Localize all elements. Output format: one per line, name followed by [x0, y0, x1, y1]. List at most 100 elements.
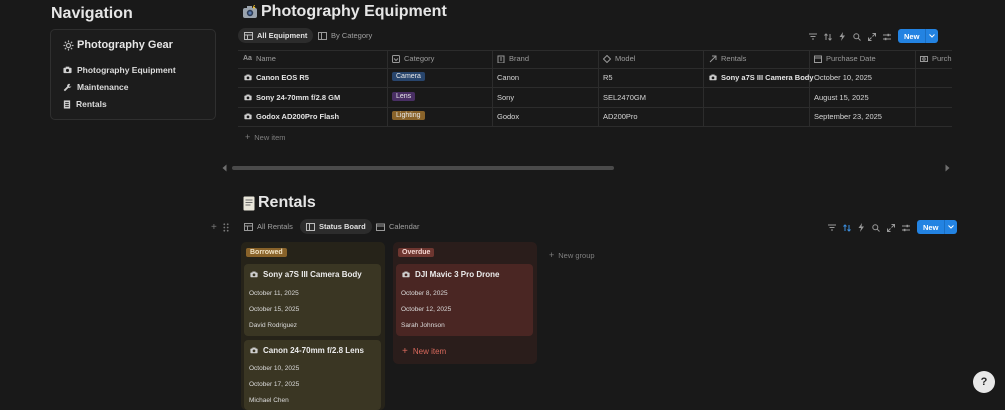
tab-label: Status Board [319, 222, 366, 231]
equipment-title: Photography Equipment [242, 3, 447, 21]
new-item-label: New item [412, 347, 447, 356]
group-tag-borrowed[interactable]: Borrowed [246, 248, 287, 257]
row-name-text: Godox AD200Pro Flash [256, 112, 340, 121]
card-person: David Rodriguez [249, 322, 298, 329]
table-cell-brand[interactable]: Sony [497, 93, 514, 102]
card-title[interactable]: Canon 24-70mm f/2.8 Lens [250, 346, 364, 355]
table-row-border [238, 126, 952, 127]
table-header-border [238, 68, 952, 69]
table-row-name[interactable]: Canon EOS R5 [244, 73, 309, 82]
nav-item-label: Rentals [76, 99, 107, 109]
tab-by-category[interactable]: By Category [312, 28, 378, 43]
table-cell-brand[interactable]: Canon [497, 73, 519, 82]
column-divider [598, 50, 599, 127]
column-header-name[interactable]: Aa Name [243, 54, 276, 63]
card-person: Michael Chen [249, 397, 289, 404]
filter-icon[interactable] [826, 222, 837, 233]
category-tag: Lens [392, 92, 416, 101]
column-header-brand[interactable]: Brand [497, 54, 529, 63]
tab-label: All Rentals [257, 222, 293, 231]
table-cell-model[interactable]: AD200Pro [603, 112, 638, 121]
tab-all-equipment[interactable]: All Equipment [238, 28, 314, 43]
horizontal-scrollbar-thumb[interactable] [232, 166, 614, 170]
column-header-label: Name [255, 54, 276, 63]
camera-icon [402, 271, 410, 278]
column-header-label: Purchase Date [826, 54, 876, 63]
expand-icon[interactable] [866, 31, 877, 42]
sort-icon[interactable] [841, 222, 852, 233]
drag-handle-icon[interactable] [223, 223, 229, 232]
column-header-purchase-date[interactable]: Purchase Date [814, 54, 876, 63]
add-block-plus-icon[interactable]: + [211, 222, 217, 233]
group-tag-overdue[interactable]: Overdue [398, 248, 435, 257]
board-icon [318, 31, 327, 40]
gear-icon [63, 39, 74, 51]
nav-item-photography-equipment[interactable]: Photography Equipment [63, 65, 176, 75]
table-row-name[interactable]: Godox AD200Pro Flash [244, 112, 339, 121]
table-cell-purchase-date[interactable]: October 10, 2025 [814, 73, 872, 82]
camera-icon [244, 74, 252, 81]
table-cell-model[interactable]: R5 [603, 73, 613, 82]
table-cell-purchase-date[interactable]: September 23, 2025 [814, 112, 882, 121]
chevron-down-icon[interactable] [944, 220, 957, 234]
column-header-category[interactable]: Category [392, 54, 434, 63]
column-divider [703, 50, 704, 127]
column-header-rentals[interactable]: Rentals [709, 54, 746, 63]
help-button[interactable]: ? [973, 371, 995, 393]
card-title[interactable]: Sony a7S III Camera Body [250, 270, 362, 279]
tab-status-board[interactable]: Status Board [300, 219, 372, 234]
receipt-icon [63, 99, 71, 109]
table-cell-category[interactable]: Lighting [392, 111, 425, 120]
table-header-top-border [238, 50, 952, 51]
tab-all-rentals[interactable]: All Rentals [238, 219, 299, 234]
rental-link-text: Sony a7S III Camera Body [721, 73, 814, 82]
column-header-purchase-price[interactable]: Purcha [920, 54, 952, 63]
table-cell-category[interactable]: Camera [392, 72, 425, 81]
column-header-label: Rentals [721, 54, 747, 63]
camera-icon [250, 271, 258, 278]
equipment-new-button[interactable]: New [898, 29, 939, 43]
new-item-row[interactable]: + New item [245, 132, 286, 142]
nav-item-rentals[interactable]: Rentals [63, 99, 107, 109]
new-item-label: New item [254, 132, 286, 142]
tab-calendar[interactable]: Calendar [370, 219, 425, 234]
nav-card-title[interactable]: Photography Gear [63, 39, 173, 51]
card-start-date: October 8, 2025 [401, 290, 448, 297]
column-divider [915, 50, 916, 127]
table-cell-category[interactable]: Lens [392, 92, 416, 101]
expand-icon[interactable] [885, 222, 896, 233]
scroll-left-arrow-icon[interactable] [222, 164, 227, 172]
automation-icon[interactable] [856, 222, 867, 233]
card-title[interactable]: DJI Mavic 3 Pro Drone [402, 270, 499, 279]
column-divider [387, 50, 388, 127]
search-icon[interactable] [870, 222, 881, 233]
table-cell-purchase-date[interactable]: August 15, 2025 [814, 93, 869, 102]
table-row-name[interactable]: Sony 24-70mm f/2.8 GM [244, 93, 340, 102]
card-start-date: October 11, 2025 [249, 290, 299, 297]
table-row-border [238, 107, 952, 108]
overdue-new-item-button[interactable]: + New item [402, 346, 446, 357]
card-end-date: October 15, 2025 [249, 306, 300, 313]
filter-icon[interactable] [807, 31, 818, 42]
rentals-new-button[interactable]: New [917, 220, 958, 234]
chevron-down-icon[interactable] [925, 29, 938, 43]
card-title-text: Sony a7S III Camera Body [263, 270, 362, 279]
table-cell-brand[interactable]: Godox [497, 112, 519, 121]
automation-icon[interactable] [837, 31, 848, 42]
column-header-model[interactable]: Model [603, 54, 635, 63]
settings-sliders-icon[interactable] [900, 222, 911, 233]
search-icon[interactable] [851, 31, 862, 42]
new-button-label: New [923, 222, 939, 232]
select-property-icon [392, 54, 400, 63]
nav-item-maintenance[interactable]: Maintenance [63, 82, 129, 92]
sort-icon[interactable] [822, 31, 833, 42]
wrench-icon [63, 83, 72, 92]
new-group-button[interactable]: + New group [549, 250, 595, 260]
table-cell-rentals[interactable]: Sony a7S III Camera Body [709, 73, 814, 82]
relation-arrow-icon [709, 55, 717, 63]
rentals-title-label: Rentals [258, 194, 316, 211]
settings-sliders-icon[interactable] [881, 31, 892, 42]
card-title-text: DJI Mavic 3 Pro Drone [415, 270, 500, 279]
scroll-right-arrow-icon[interactable] [945, 164, 950, 172]
table-cell-model[interactable]: SEL2470GM [603, 93, 646, 102]
